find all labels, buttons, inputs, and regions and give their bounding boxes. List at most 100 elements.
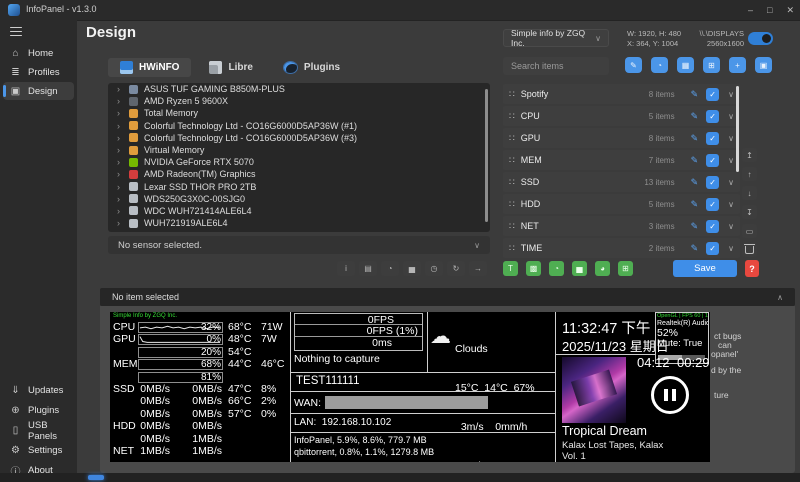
panel-toolbar-button[interactable]: ✎ xyxy=(625,57,642,73)
add-widget-button[interactable]: T xyxy=(503,261,518,276)
sensor-action-button[interactable]: ↻ xyxy=(447,261,465,276)
panel-toolbar-button[interactable]: ⊞ xyxy=(703,57,720,73)
reorder-button[interactable] xyxy=(742,243,757,257)
group-expand-chevron-icon[interactable]: ∨ xyxy=(728,134,734,143)
item-group-row[interactable]: ∷ GPU 8 items ✎ ✓ ∨ xyxy=(503,128,740,148)
sensor-action-button[interactable]: ◷ xyxy=(425,261,443,276)
sensor-tree-item[interactable]: › Colorful Technology Ltd - CO16G6000D5A… xyxy=(108,132,490,144)
panel-preview[interactable]: Simple Info by ZGQ Inc. CPU 32% 68°C 71W… xyxy=(110,312,710,462)
sensor-action-button[interactable]: → xyxy=(469,261,487,276)
edit-group-icon[interactable]: ✎ xyxy=(691,177,699,188)
panel-toolbar-button[interactable]: ▣ xyxy=(755,57,772,73)
group-expand-chevron-icon[interactable]: ∨ xyxy=(728,112,734,121)
sidebar-item[interactable]: ≣ Profiles xyxy=(3,63,74,81)
add-widget-button[interactable]: ⊞ xyxy=(618,261,633,276)
minimize-button[interactable]: – xyxy=(748,5,753,15)
sensor-select-dropdown[interactable]: No sensor selected. ∨ xyxy=(108,236,490,254)
group-expand-chevron-icon[interactable]: ∨ xyxy=(728,244,734,253)
add-widget-button[interactable]: ◕ xyxy=(595,261,610,276)
add-widget-button[interactable]: ▩ xyxy=(526,261,541,276)
item-group-row[interactable]: ∷ TIME 2 items ✎ ✓ ∨ xyxy=(503,238,740,258)
reorder-button[interactable]: ↧ xyxy=(742,205,757,219)
edit-group-icon[interactable]: ✎ xyxy=(691,199,699,210)
item-group-row[interactable]: ∷ SSD 13 items ✎ ✓ ∨ xyxy=(503,172,740,192)
group-expand-chevron-icon[interactable]: ∨ xyxy=(728,200,734,209)
display-toggle[interactable] xyxy=(748,32,773,45)
reorder-button[interactable]: ↑ xyxy=(742,167,757,181)
group-expand-chevron-icon[interactable]: ∨ xyxy=(728,222,734,231)
save-button[interactable]: Save xyxy=(673,260,737,277)
edit-group-icon[interactable]: ✎ xyxy=(691,243,699,254)
edit-group-icon[interactable]: ✎ xyxy=(691,89,699,100)
groups-scrollbar[interactable] xyxy=(736,86,739,172)
tab-plugins[interactable]: Plugins xyxy=(271,58,352,77)
sensor-tree-item[interactable]: › WDS250G3X0C-00SJG0 xyxy=(108,193,490,205)
edit-group-icon[interactable]: ✎ xyxy=(691,133,699,144)
expand-chevron-icon[interactable]: › xyxy=(117,121,123,131)
group-visible-checkbox[interactable]: ✓ xyxy=(706,242,719,255)
item-group-row[interactable]: ∷ MEM 7 items ✎ ✓ ∨ xyxy=(503,150,740,170)
expand-chevron-icon[interactable]: › xyxy=(117,206,123,216)
sidebar-item[interactable]: ⊕ Plugins xyxy=(3,401,74,420)
profile-select-dropdown[interactable]: Simple info by ZGQ Inc. ∨ xyxy=(503,29,609,47)
edit-group-icon[interactable]: ✎ xyxy=(691,221,699,232)
selection-status-bar[interactable]: No item selected ∧ xyxy=(100,288,795,306)
sensor-tree-item[interactable]: › NVIDIA GeForce RTX 5070 xyxy=(108,156,490,168)
group-expand-chevron-icon[interactable]: ∨ xyxy=(728,178,734,187)
sidebar-item[interactable]: ⚙ Settings xyxy=(3,441,74,460)
group-visible-checkbox[interactable]: ✓ xyxy=(706,110,719,123)
sidebar-item[interactable]: ⌂ Home xyxy=(3,44,74,62)
panel-toolbar-button[interactable]: ◔ xyxy=(651,57,668,73)
taskbar-app-icon[interactable] xyxy=(88,475,104,480)
sensor-action-button[interactable]: i xyxy=(337,261,355,276)
tab-hwinfo[interactable]: HWiNFO xyxy=(108,58,191,77)
panel-toolbar-button[interactable]: ▦ xyxy=(677,57,694,73)
sensor-tree-item[interactable]: › AMD Ryzen 5 9600X xyxy=(108,95,490,107)
search-input[interactable] xyxy=(503,57,609,75)
maximize-button[interactable]: □ xyxy=(767,5,772,15)
item-group-row[interactable]: ∷ CPU 5 items ✎ ✓ ∨ xyxy=(503,106,740,126)
group-visible-checkbox[interactable]: ✓ xyxy=(706,154,719,167)
group-expand-chevron-icon[interactable]: ∨ xyxy=(728,156,734,165)
expand-chevron-icon[interactable]: › xyxy=(117,218,123,228)
group-expand-chevron-icon[interactable]: ∨ xyxy=(728,90,734,99)
sensor-tree-item[interactable]: › Lexar SSD THOR PRO 2TB xyxy=(108,181,490,193)
item-group-row[interactable]: ∷ HDD 5 items ✎ ✓ ∨ xyxy=(503,194,740,214)
expand-chevron-icon[interactable]: › xyxy=(117,169,123,179)
expand-chevron-icon[interactable]: › xyxy=(117,84,123,94)
expand-chevron-icon[interactable]: › xyxy=(117,96,123,106)
sensor-action-button[interactable]: ◔ xyxy=(381,261,399,276)
menu-toggle-button[interactable] xyxy=(10,27,22,36)
expand-chevron-icon[interactable]: › xyxy=(117,182,123,192)
sensor-tree-item[interactable]: › AMD Radeon(TM) Graphics xyxy=(108,168,490,180)
edit-group-icon[interactable]: ✎ xyxy=(691,111,699,122)
expand-chevron-icon[interactable]: › xyxy=(117,133,123,143)
expand-chevron-icon[interactable]: › xyxy=(117,145,123,155)
group-visible-checkbox[interactable]: ✓ xyxy=(706,176,719,189)
sensor-action-button[interactable]: ▅ xyxy=(403,261,421,276)
expand-chevron-icon[interactable]: › xyxy=(117,157,123,167)
item-group-row[interactable]: ∷ NET 3 items ✎ ✓ ∨ xyxy=(503,216,740,236)
item-group-row[interactable]: ∷ Spotify 8 items ✎ ✓ ∨ xyxy=(503,84,740,104)
tree-scrollbar[interactable] xyxy=(485,89,488,222)
expand-chevron-icon[interactable]: › xyxy=(117,108,123,118)
sensor-action-button[interactable]: ▤ xyxy=(359,261,377,276)
group-visible-checkbox[interactable]: ✓ xyxy=(706,198,719,211)
tab-libre[interactable]: Libre xyxy=(197,58,264,77)
add-widget-button[interactable]: ▅ xyxy=(572,261,587,276)
group-visible-checkbox[interactable]: ✓ xyxy=(706,132,719,145)
sensor-tree-item[interactable]: › Total Memory xyxy=(108,107,490,119)
add-widget-button[interactable]: ◔ xyxy=(549,261,564,276)
reorder-button[interactable]: ↓ xyxy=(742,186,757,200)
expand-chevron-icon[interactable]: › xyxy=(117,194,123,204)
sensor-tree-item[interactable]: › Colorful Technology Ltd - CO16G6000D5A… xyxy=(108,120,490,132)
sidebar-item[interactable]: ⇓ Updates xyxy=(3,381,74,400)
help-button[interactable]: ? xyxy=(745,260,759,277)
sensor-tree-item[interactable]: › WUH721919ALE6L4 xyxy=(108,217,490,229)
sidebar-item[interactable]: ▯ USB Panels xyxy=(3,421,74,440)
group-visible-checkbox[interactable]: ✓ xyxy=(706,220,719,233)
sidebar-item[interactable]: ▣ Design xyxy=(3,82,74,100)
reorder-button[interactable]: ↥ xyxy=(742,148,757,162)
edit-group-icon[interactable]: ✎ xyxy=(691,155,699,166)
sensor-tree-item[interactable]: › WDC WUH721414ALE6L4 xyxy=(108,205,490,217)
